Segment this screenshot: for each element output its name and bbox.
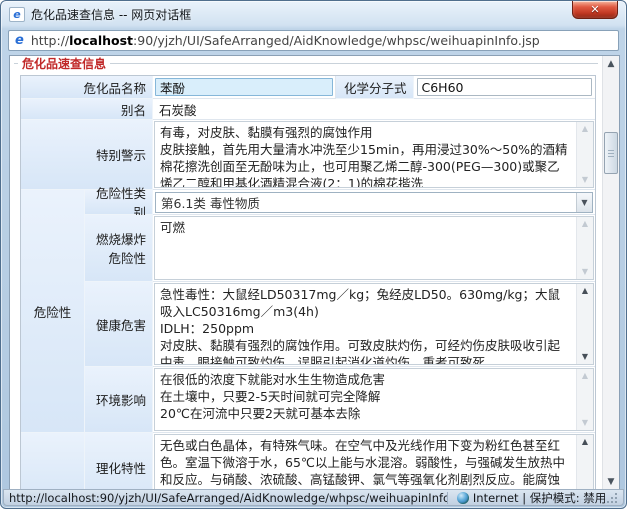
status-zone-label: Internet | 保护模式: 禁用: [473, 490, 606, 506]
health-cell: 急性毒性：大鼠经LD50317mg／kg；兔经皮LD50。630mg/kg；大鼠…: [153, 282, 595, 367]
health-textarea[interactable]: 急性毒性：大鼠经LD50317mg／kg；兔经皮LD50。630mg/kg；大鼠…: [154, 283, 594, 365]
url-scheme: http://: [31, 33, 69, 48]
form-area: 危化品速查信息 危化品名称 化学分子式 别名 石炭酸: [10, 56, 602, 490]
health-scrollbar[interactable]: ▲ ▼: [576, 284, 593, 364]
formula-cell: [414, 76, 596, 99]
env-scrollbar[interactable]: ▲ ▼: [576, 369, 593, 430]
resize-grip[interactable]: [606, 491, 618, 504]
url-domain: localhost: [69, 33, 133, 48]
row-phys-properties: 理化特性 无色或白色晶体，有特殊气味。在空气中及光线作用下变为粉红色甚至红色。室…: [21, 433, 595, 490]
field-label-fire: 燃烧爆炸危险性: [85, 215, 153, 282]
hazard-class-cell: 第6.1类 毒性物质 ▼: [153, 190, 595, 215]
url-path: :90/yjzh/UI/SafeArranged/AidKnowledge/wh…: [133, 33, 540, 48]
scroll-down-icon[interactable]: ▼: [603, 477, 619, 487]
health-text: 急性毒性：大鼠经LD50317mg／kg；兔经皮LD50。630mg/kg；大鼠…: [156, 285, 574, 365]
formula-input[interactable]: [417, 78, 593, 96]
chevron-down-icon[interactable]: ▼: [576, 193, 592, 212]
env-textarea[interactable]: 在很低的浓度下就能对水生生物造成危害 在土壤中，只要2-5天时间就可完全降解 2…: [154, 368, 594, 431]
field-label-phys: 理化特性: [85, 433, 153, 490]
title-bar[interactable]: e 危化品速查信息 -- 网页对话框 ✕: [1, 1, 626, 28]
phys-cell: 无色或白色晶体，有特殊气味。在空气中及光线作用下变为粉红色甚至红色。室温下微溶于…: [153, 433, 595, 490]
page-content: 危化品速查信息 危化品名称 化学分子式 别名 石炭酸: [9, 55, 620, 491]
status-bar: http://localhost:90/yjzh/UI/SafeArranged…: [3, 489, 624, 506]
scroll-up-icon: ▲: [582, 371, 588, 381]
row-fire-hazard: 燃烧爆炸危险性 可燃 ▲ ▼: [85, 215, 595, 282]
fire-text: 可燃: [156, 218, 574, 237]
warning-cell: 有毒，对皮肤、黏膜有强烈的腐蚀作用 皮肤接触，首先用大量清水冲洗至少15min，…: [153, 120, 595, 190]
scroll-up-icon: ▲: [582, 219, 588, 229]
field-label-warning: 特别警示: [21, 120, 153, 190]
page-scrollbar[interactable]: ▲ ▼: [602, 56, 619, 490]
hazard-group: 危险性 危险性类别 第6.1类 毒性物质 ▼: [21, 190, 595, 433]
status-divider: [447, 492, 448, 504]
hazard-group-rows: 危险性类别 第6.1类 毒性物质 ▼ 燃烧爆炸危险性: [85, 190, 595, 433]
info-table: 危化品名称 化学分子式 别名 石炭酸 特别警示: [20, 75, 596, 490]
field-label-env: 环境影响: [85, 367, 153, 433]
row-name-formula: 危化品名称 化学分子式: [21, 76, 595, 99]
row-health-hazard: 健康危害 急性毒性：大鼠经LD50317mg／kg；兔经皮LD50。630mg/…: [85, 282, 595, 367]
phys-text: 无色或白色晶体，有特殊气味。在空气中及光线作用下变为粉红色甚至红色。室温下微溶于…: [156, 436, 574, 490]
close-button[interactable]: ✕: [572, 1, 618, 19]
hazard-class-select[interactable]: 第6.1类 毒性物质 ▼: [155, 192, 593, 213]
address-input[interactable]: e http://localhost:90/yjzh/UI/SafeArrang…: [8, 30, 619, 51]
alias-value[interactable]: 石炭酸: [153, 99, 595, 120]
form-legend: 危化品速查信息: [18, 56, 110, 72]
field-label-hazard-class: 危险性类别: [85, 190, 153, 215]
scroll-down-icon: ▼: [582, 267, 588, 277]
scroll-up-icon: ▲: [582, 437, 588, 447]
field-label-hazard-group: 危险性: [21, 190, 85, 433]
hazard-class-value: 第6.1类 毒性物质: [161, 193, 260, 212]
field-label-alias: 别名: [21, 99, 153, 120]
fieldset-border: 危化品速查信息: [14, 63, 598, 72]
internet-zone-icon: [457, 492, 469, 504]
empty-group-cell: [21, 433, 85, 490]
window-title: 危化品速查信息 -- 网页对话框: [31, 6, 191, 23]
scrollbar-thumb[interactable]: [604, 132, 618, 174]
fire-textarea[interactable]: 可燃 ▲ ▼: [154, 216, 594, 280]
fire-scrollbar[interactable]: ▲ ▼: [576, 217, 593, 279]
scroll-up-icon: ▲: [582, 124, 588, 134]
row-alias: 别名 石炭酸: [21, 99, 595, 120]
row-warning: 特别警示 有毒，对皮肤、黏膜有强烈的腐蚀作用 皮肤接触，首先用大量清水冲洗至少1…: [21, 120, 595, 190]
scroll-down-icon: ▼: [582, 352, 588, 362]
row-environment: 环境影响 在很低的浓度下就能对水生生物造成危害 在土壤中，只要2-5天时间就可完…: [85, 367, 595, 433]
scroll-down-icon: ▼: [582, 418, 588, 428]
ie-page-icon: e: [9, 7, 25, 22]
phys-scrollbar[interactable]: ▲ ▼: [576, 435, 593, 490]
address-bar: e http://localhost:90/yjzh/UI/SafeArrang…: [1, 28, 626, 55]
row-hazard-class: 危险性类别 第6.1类 毒性物质 ▼: [85, 190, 595, 215]
name-cell: [153, 76, 336, 99]
scroll-up-icon[interactable]: ▲: [603, 59, 619, 69]
field-label-health: 健康危害: [85, 282, 153, 367]
address-url: http://localhost:90/yjzh/UI/SafeArranged…: [31, 33, 540, 48]
warning-textarea[interactable]: 有毒，对皮肤、黏膜有强烈的腐蚀作用 皮肤接触，首先用大量清水冲洗至少15min，…: [154, 121, 594, 188]
env-cell: 在很低的浓度下就能对水生生物造成危害 在土壤中，只要2-5天时间就可完全降解 2…: [153, 367, 595, 433]
scroll-up-icon: ▲: [582, 286, 588, 296]
fire-cell: 可燃 ▲ ▼: [153, 215, 595, 282]
field-label-formula: 化学分子式: [336, 76, 414, 99]
name-input[interactable]: [155, 78, 333, 96]
warning-scrollbar[interactable]: ▲ ▼: [576, 122, 593, 187]
dialog-window: e 危化品速查信息 -- 网页对话框 ✕ e http://localhost:…: [0, 0, 627, 509]
close-icon: ✕: [590, 4, 599, 15]
warning-text: 有毒，对皮肤、黏膜有强烈的腐蚀作用 皮肤接触，首先用大量清水冲洗至少15min，…: [156, 123, 574, 188]
scroll-down-icon: ▼: [582, 175, 588, 185]
phys-textarea[interactable]: 无色或白色晶体，有特殊气味。在空气中及光线作用下变为粉红色甚至红色。室温下微溶于…: [154, 434, 594, 490]
env-text: 在很低的浓度下就能对水生生物造成危害 在土壤中，只要2-5天时间就可完全降解 2…: [156, 370, 574, 423]
field-label-name: 危化品名称: [21, 76, 153, 99]
status-url: http://localhost:90/yjzh/UI/SafeArranged…: [9, 491, 447, 505]
ie-icon: e: [15, 33, 24, 48]
